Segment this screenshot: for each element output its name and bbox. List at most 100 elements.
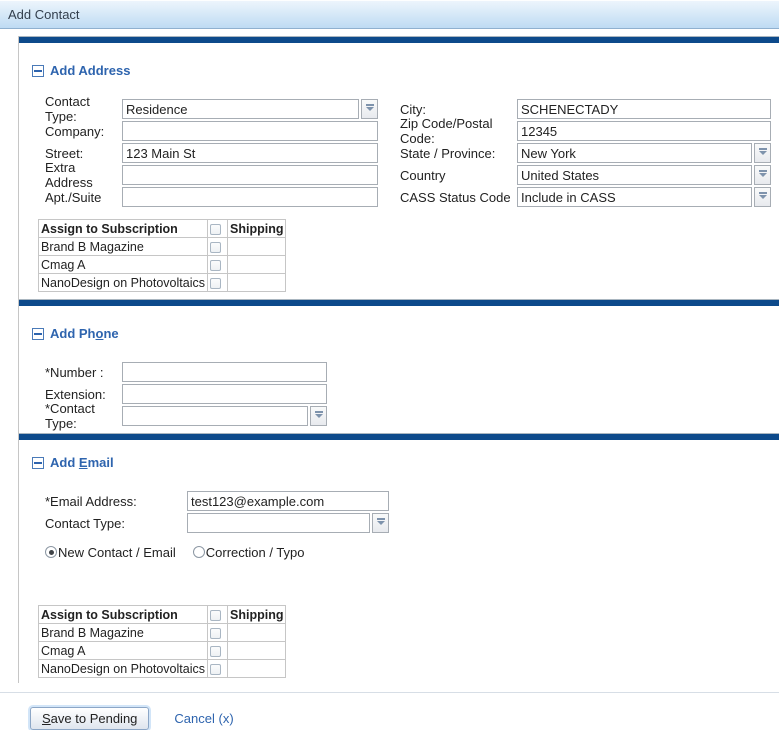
table-header-row: Assign to Subscription Shipping [39,220,286,238]
shipping-checkbox[interactable] [210,646,221,657]
add-email-heading: Add Email [50,455,114,470]
shipping-checkbox[interactable] [210,260,221,271]
apt-suite-input[interactable] [122,187,378,207]
shipping-select-all-checkbox[interactable] [210,610,221,621]
address-contact-type-select[interactable] [122,99,378,119]
subscription-name: Cmag A [39,256,208,274]
new-contact-email-label: New Contact / Email [58,545,176,560]
state-province-value[interactable] [517,143,752,163]
arrow-down-icon [759,173,767,177]
extension-label: Extension: [45,387,122,402]
address-left-column: Contact Type: Company: Street: [45,98,378,208]
table-row: NanoDesign on Photovoltaics [39,274,286,292]
dropdown-arrow-icon[interactable] [372,513,389,533]
shipping-select-all-checkbox[interactable] [210,224,221,235]
add-address-section: Add Address Contact Type: Company: [19,63,779,299]
section-divider-bar [19,433,779,440]
assign-to-subscription-header: Assign to Subscription [39,220,208,238]
dropdown-arrow-icon[interactable] [361,99,378,119]
add-phone-section: Add Phone *Number : Extension: *Contact … [19,326,779,433]
zip-code-input[interactable] [517,121,771,141]
minus-icon [34,462,42,464]
section-divider-bar [19,299,779,306]
subscription-name: Cmag A [39,642,208,660]
country-select[interactable] [517,165,771,185]
minus-icon [34,70,42,72]
email-subscriptions-table: Assign to Subscription Shipping Brand B … [38,605,286,678]
email-contact-type-value[interactable] [187,513,370,533]
phone-contact-type-select[interactable] [122,406,327,426]
email-address-input[interactable] [187,491,389,511]
correction-typo-radio[interactable] [193,546,205,558]
arrow-down-icon [759,195,767,199]
phone-number-label: *Number : [45,365,122,380]
email-contact-type-select[interactable] [187,513,389,533]
company-label: Company: [45,124,122,139]
state-province-select[interactable] [517,143,771,163]
city-input[interactable] [517,99,771,119]
add-email-section: Add Email *Email Address: Contact Type: [19,455,779,678]
dropdown-arrow-icon[interactable] [310,406,327,426]
subscription-name: Brand B Magazine [39,238,208,256]
shipping-header: Shipping [228,606,286,624]
collapse-phone-button[interactable] [32,328,44,340]
arrow-down-icon [759,151,767,155]
city-label: City: [400,102,517,117]
table-row: Cmag A [39,642,286,660]
subscription-name: Brand B Magazine [39,624,208,642]
street-label: Street: [45,146,122,161]
dropdown-arrow-icon[interactable] [754,187,771,207]
address-subscriptions-table: Assign to Subscription Shipping Brand B … [38,219,286,292]
window-titlebar: Add Contact [0,0,779,29]
table-row: Cmag A [39,256,286,274]
state-province-label: State / Province: [400,146,517,161]
collapse-email-button[interactable] [32,457,44,469]
add-address-heading: Add Address [50,63,130,78]
subscription-name: NanoDesign on Photovoltaics [39,274,208,292]
email-address-label: *Email Address: [45,494,187,509]
window-title: Add Contact [8,7,80,22]
dropdown-arrow-icon[interactable] [754,143,771,163]
phone-contact-type-value[interactable] [122,406,308,426]
minus-icon [34,333,42,335]
street-input[interactable] [122,143,378,163]
zip-code-label: Zip Code/Postal Code: [400,116,517,146]
arrow-down-icon [366,107,374,111]
cancel-link[interactable]: Cancel (x) [174,711,233,726]
cass-status-label: CASS Status Code [400,190,517,205]
form-content: Add Address Contact Type: Company: [18,36,779,683]
add-phone-heading: Add Phone [50,326,119,341]
arrow-down-icon [315,414,323,418]
cass-status-select[interactable] [517,187,771,207]
address-right-column: City: Zip Code/Postal Code: State / Prov… [400,98,771,208]
table-row: Brand B Magazine [39,238,286,256]
section-divider-bar [19,36,779,43]
shipping-checkbox[interactable] [210,278,221,289]
shipping-checkbox[interactable] [210,628,221,639]
phone-number-input[interactable] [122,362,327,382]
company-input[interactable] [122,121,378,141]
table-header-row: Assign to Subscription Shipping [39,606,286,624]
phone-contact-type-label: *Contact Type: [45,401,122,431]
extra-address-label: Extra Address [45,160,122,190]
shipping-checkbox[interactable] [210,242,221,253]
country-value[interactable] [517,165,752,185]
extra-address-input[interactable] [122,165,378,185]
save-to-pending-button[interactable]: Save to Pending [30,707,149,730]
dropdown-arrow-icon[interactable] [754,165,771,185]
shipping-header: Shipping [228,220,286,238]
extension-input[interactable] [122,384,327,404]
new-contact-email-radio[interactable] [45,546,57,558]
footer: Save to Pending Cancel (x) [0,693,779,730]
assign-to-subscription-header: Assign to Subscription [39,606,208,624]
collapse-address-button[interactable] [32,65,44,77]
table-row: Brand B Magazine [39,624,286,642]
apt-suite-label: Apt./Suite [45,190,122,205]
address-contact-type-value[interactable] [122,99,359,119]
shipping-checkbox[interactable] [210,664,221,675]
table-row: NanoDesign on Photovoltaics [39,660,286,678]
correction-typo-label: Correction / Typo [206,545,305,560]
add-contact-window: Add Contact Add Address Contact Type: [0,0,779,730]
cass-status-value[interactable] [517,187,752,207]
contact-type-label: Contact Type: [45,94,122,124]
